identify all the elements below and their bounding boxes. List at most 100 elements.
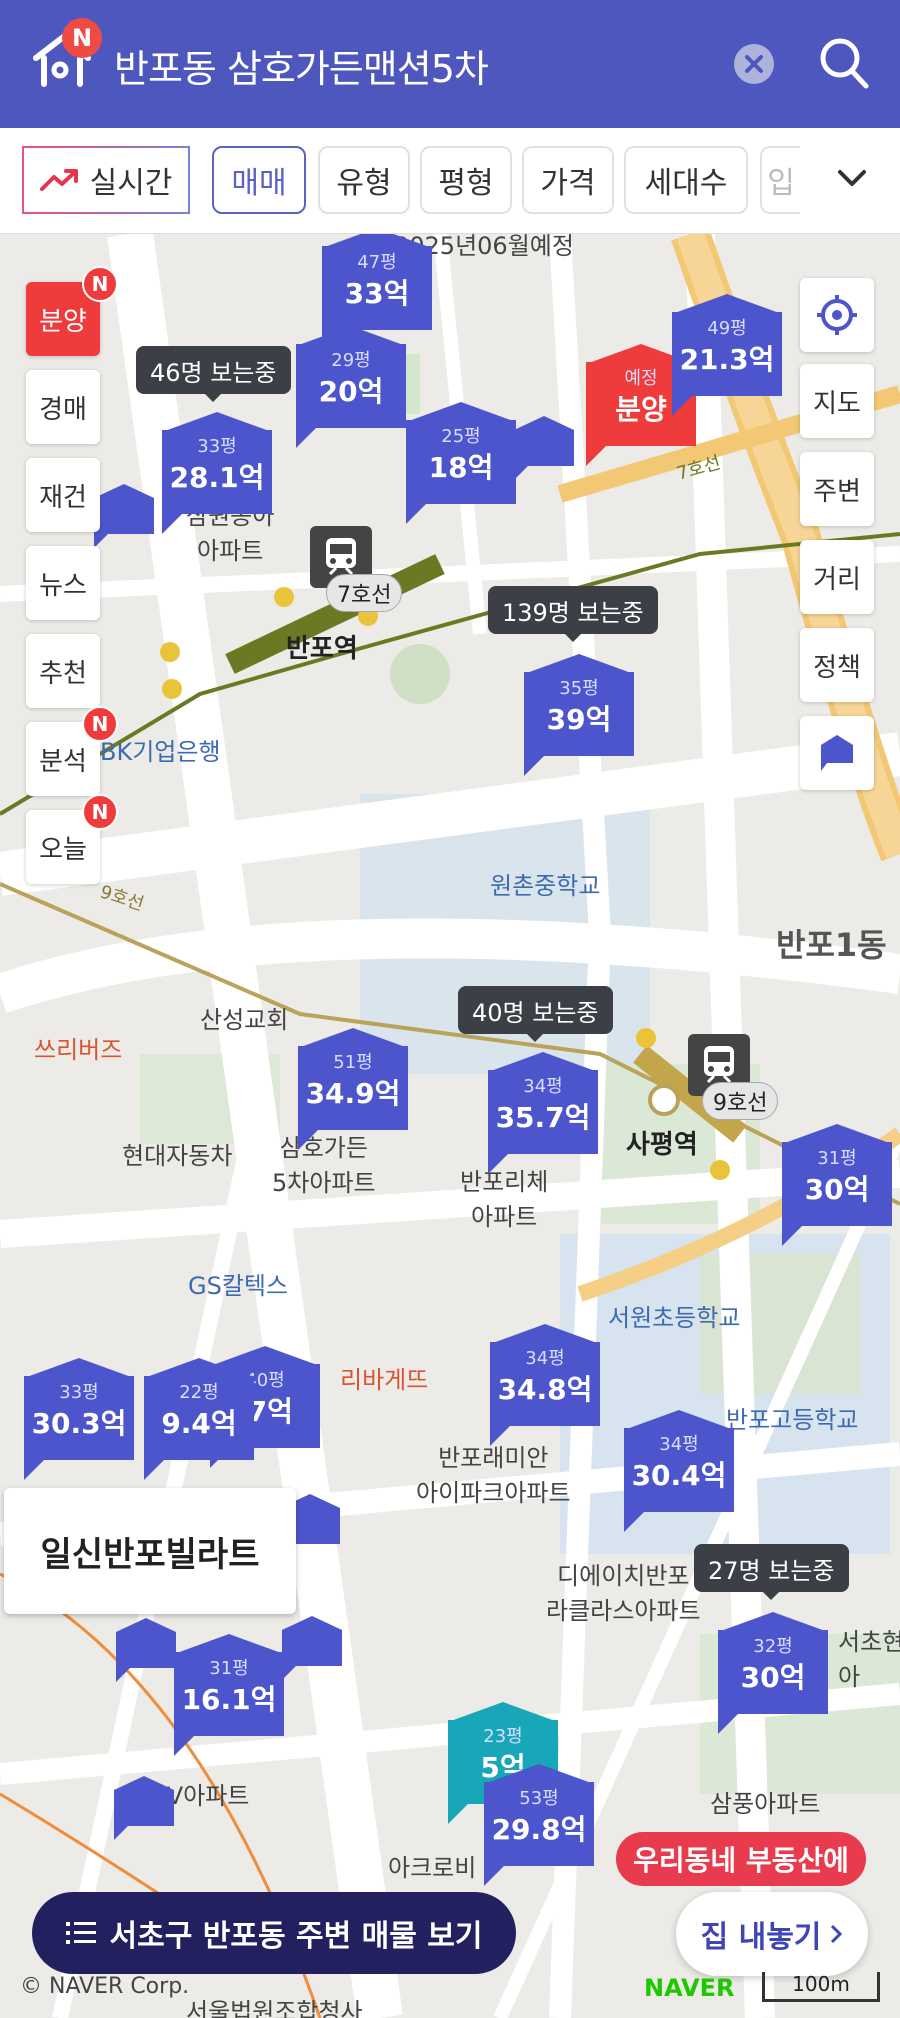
viewing-count-bubble[interactable]: 27명 보는중	[694, 1544, 849, 1600]
price-marker[interactable]: 31평 30억	[782, 1124, 892, 1246]
price-marker[interactable]: 35평 39억	[524, 654, 634, 776]
marker-price: 34.9억	[305, 1077, 401, 1110]
clear-search-button[interactable]	[734, 44, 774, 84]
marker-price: 18억	[428, 451, 494, 484]
poi-label-banpo-high: 반포고등학교	[726, 1406, 859, 1434]
viewing-count-bubble[interactable]: 46명 보는중	[136, 346, 291, 402]
map-scale-bar: 100m	[762, 1972, 880, 2002]
apt-label-raemian: 반포래미안 아이파크아파트	[416, 1444, 571, 1507]
marker-price: 29.8억	[491, 1813, 587, 1846]
price-marker[interactable]: 31평 16.1억	[174, 1634, 284, 1756]
marker-price: 39억	[546, 703, 612, 736]
map-type-button[interactable]: 지도	[800, 364, 874, 438]
price-marker[interactable]: 53평 29.8억	[484, 1764, 594, 1886]
map-marker-cluster[interactable]	[114, 1776, 174, 1840]
filter-area-button[interactable]: 평형	[420, 146, 512, 214]
filter-bar: 실시간 매매 유형 평형 가격 세대수 입	[0, 128, 900, 234]
nearby-button[interactable]: 주변	[800, 452, 874, 526]
apt-label-acro: 아크로비	[388, 1854, 477, 1882]
marker-size: 34평	[525, 1348, 565, 1369]
filter-label: 실시간	[89, 166, 173, 201]
poi-label-ibk: BK기업은행	[100, 738, 221, 766]
marker-size: 47평	[357, 252, 397, 273]
station-label-banpo: 반포역	[286, 634, 358, 664]
price-marker[interactable]: 51평 34.9억	[298, 1028, 408, 1150]
search-icon	[820, 38, 869, 89]
new-badge: N	[62, 18, 102, 58]
apt-label-sampung: 삼풍아파트	[710, 1790, 821, 1818]
marker-toggle-button[interactable]	[800, 716, 874, 790]
list-my-home-button[interactable]: 집 내놓기	[676, 1892, 868, 1976]
search-button[interactable]	[818, 36, 870, 92]
new-badge: N	[82, 794, 118, 830]
price-marker[interactable]: 25평 18억	[406, 402, 516, 524]
marker-size: 34평	[659, 1434, 699, 1455]
map-view[interactable]: 반포역 사평역 반포1동 원촌중학교 산성교회 현대자동차 GS칼텍스 서원초등…	[0, 234, 900, 2018]
poi-label-court: 서울법원조합청사	[186, 1998, 363, 2018]
price-marker[interactable]: 29평 20억	[296, 326, 406, 448]
chevron-right-icon	[831, 1924, 843, 1944]
marker-price: 9.4억	[161, 1407, 237, 1440]
filter-price-button[interactable]: 가격	[522, 146, 614, 214]
distance-button[interactable]: 거리	[800, 540, 874, 614]
chevron-down-icon[interactable]	[834, 160, 870, 196]
price-marker[interactable]: 33평 30.3억	[24, 1358, 134, 1480]
map-marker-cluster[interactable]	[116, 1618, 176, 1682]
price-marker[interactable]: 34평 34.8억	[490, 1324, 600, 1446]
marker-size: 35평	[559, 678, 599, 699]
nearby-listings-label: 서초구 반포동 주변 매물 보기	[109, 1919, 483, 1954]
poi-label-seowon-elem: 서원초등학교	[608, 1304, 741, 1332]
nearby-listings-button[interactable]: 서초구 반포동 주변 매물 보기	[32, 1892, 516, 1974]
trend-up-icon	[39, 169, 78, 191]
price-marker[interactable]: 22평 9.4억	[144, 1358, 254, 1480]
left-tool-news[interactable]: 뉴스	[26, 546, 100, 620]
marker-size: 51평	[333, 1052, 373, 1073]
selected-complex-card[interactable]: 일신반포빌라트	[4, 1488, 296, 1614]
marker-size: 53평	[519, 1788, 559, 1809]
poi-label-three-birds: 쓰리버즈	[34, 1036, 123, 1064]
marker-size: 33평	[59, 1382, 99, 1403]
filter-type-button[interactable]: 유형	[318, 146, 410, 214]
price-marker[interactable]: 32평 30억	[718, 1612, 828, 1734]
house-marker-icon	[821, 735, 853, 771]
map-marker-cluster[interactable]	[514, 416, 574, 480]
marker-size: 25평	[441, 426, 481, 447]
price-marker[interactable]: 49평 21.3억	[672, 294, 782, 416]
marker-price: 30.4억	[631, 1459, 727, 1492]
close-icon	[745, 55, 763, 73]
poi-label-wonchon-middle: 원촌중학교	[490, 872, 601, 900]
station-label-sapyeong: 사평역	[626, 1130, 698, 1160]
marker-size: 23평	[483, 1726, 523, 1747]
viewing-count-bubble[interactable]: 139명 보는중	[488, 586, 658, 642]
left-tool-rebuild[interactable]: 재건	[26, 458, 100, 532]
price-marker[interactable]: 33평 28.1억	[162, 412, 272, 534]
poi-label-paris-baguette: 리바게뜨	[340, 1366, 429, 1394]
search-header: N 반포동 삼호가든맨션5차	[0, 0, 900, 128]
line9-badge: 9호선	[702, 1082, 779, 1120]
filter-realtime-button[interactable]: 실시간	[22, 146, 190, 214]
map-marker-cluster[interactable]	[94, 484, 154, 548]
current-location-button[interactable]	[800, 278, 874, 352]
left-tool-recommend[interactable]: 추천	[26, 634, 100, 708]
marker-size: 49평	[707, 318, 747, 339]
search-query-text[interactable]: 반포동 삼호가든맨션5차	[114, 38, 489, 93]
crosshair-icon	[817, 295, 857, 335]
marker-price: 34.8억	[497, 1373, 593, 1406]
filter-more-button[interactable]: 입	[760, 146, 800, 214]
marker-price: 20억	[318, 375, 384, 408]
policy-button[interactable]: 정책	[800, 628, 874, 702]
left-tool-auction[interactable]: 경매	[26, 370, 100, 444]
viewing-count-bubble[interactable]: 40명 보는중	[458, 986, 613, 1042]
marker-price: 33억	[344, 277, 410, 310]
naver-logo: NAVER	[644, 1974, 735, 2002]
marker-size: 32평	[753, 1636, 793, 1657]
price-marker[interactable]: 34평 35.7억	[488, 1052, 598, 1174]
marker-price: 16.1억	[181, 1683, 277, 1716]
filter-households-button[interactable]: 세대수	[624, 146, 748, 214]
marker-price: 30억	[804, 1173, 870, 1206]
filter-trade-button[interactable]: 매매	[212, 146, 306, 214]
price-marker[interactable]: 34평 30.4억	[624, 1410, 734, 1532]
marker-size: 33평	[197, 436, 237, 457]
marker-price: 28.1억	[169, 461, 265, 494]
map-marker-cluster[interactable]	[282, 1616, 342, 1680]
